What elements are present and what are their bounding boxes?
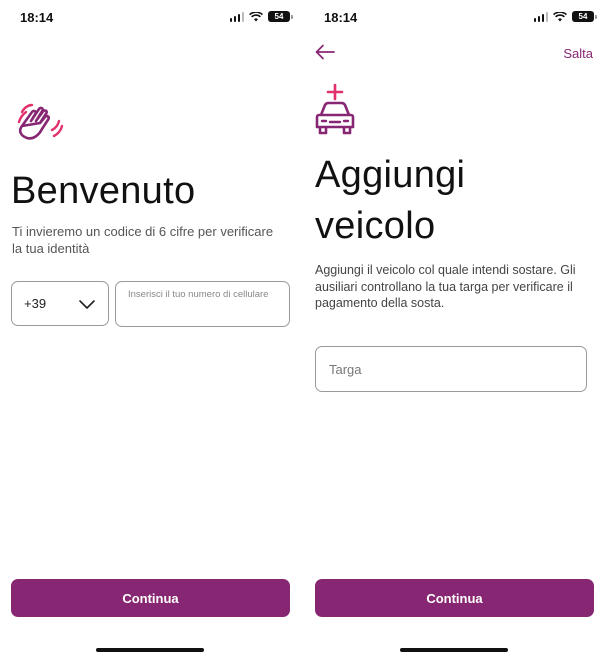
- signal-icon: [533, 11, 548, 22]
- status-icons: 54: [229, 11, 293, 22]
- phone-number-placeholder: Inserisci il tuo numero di cellulare: [128, 289, 269, 300]
- back-arrow-icon[interactable]: [314, 43, 336, 61]
- app-canvas: 18:14 54 Benvenuto Ti invieremo un codic…: [0, 0, 610, 660]
- status-icons: 54: [533, 11, 597, 22]
- status-time: 18:14: [20, 10, 54, 25]
- chevron-down-icon: [79, 299, 95, 309]
- status-time: 18:14: [324, 10, 358, 25]
- phone-number-input[interactable]: Inserisci il tuo numero di cellulare: [115, 281, 290, 327]
- continue-button[interactable]: Continua: [315, 579, 594, 617]
- page-subtitle: Aggiungi il veicolo col quale intendi so…: [315, 263, 576, 310]
- signal-icon: [229, 11, 244, 22]
- add-vehicle-screen: 18:14 54 Salta Aggiungi veicolo Aggiungi…: [304, 0, 604, 660]
- home-indicator: [400, 648, 508, 652]
- page-title: Aggiungi veicolo: [315, 154, 466, 247]
- wifi-icon: [249, 11, 263, 21]
- status-bar: 18:14 54: [304, 0, 604, 34]
- country-code-select[interactable]: +39: [11, 281, 109, 326]
- welcome-screen: 18:14 54 Benvenuto Ti invieremo un codic…: [0, 0, 300, 660]
- license-plate-input[interactable]: Targa: [315, 346, 587, 392]
- status-bar: 18:14 54: [0, 0, 300, 34]
- license-plate-placeholder: Targa: [329, 361, 362, 377]
- home-indicator: [96, 648, 204, 652]
- battery-icon: 54: [268, 11, 293, 22]
- country-code-value: +39: [24, 296, 47, 311]
- page-subtitle: Ti invieremo un codice di 6 cifre per ve…: [12, 224, 274, 256]
- page-title: Benvenuto: [11, 170, 196, 212]
- waving-hand-icon: [17, 103, 64, 140]
- skip-link[interactable]: Salta: [563, 46, 593, 61]
- continue-button[interactable]: Continua: [11, 579, 290, 617]
- battery-icon: 54: [572, 11, 597, 22]
- wifi-icon: [553, 11, 567, 21]
- car-add-icon: [315, 83, 355, 135]
